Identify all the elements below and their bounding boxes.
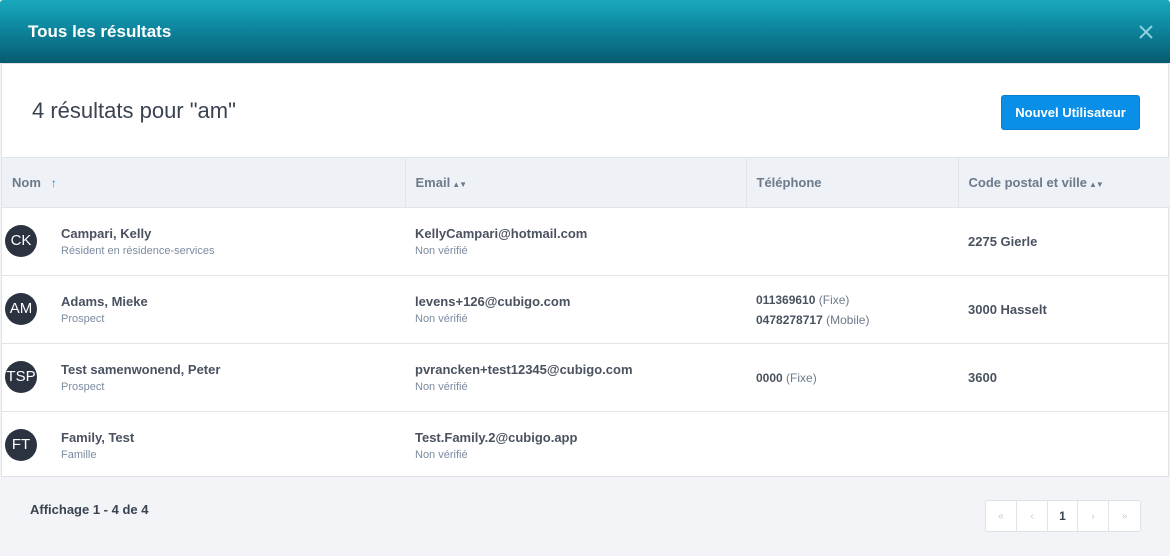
postal-value: 3000 Hasselt — [968, 301, 1047, 317]
postal-cell: 3000 Hasselt — [958, 275, 1170, 344]
person-role: Prospect — [61, 381, 105, 393]
column-header-name[interactable]: Nom ↑ — [2, 157, 406, 208]
sort-icon: ▲▼ — [452, 180, 467, 189]
name-cell: FT Family, Test Famille — [2, 412, 405, 480]
postal-cell: 3600 — [958, 343, 1170, 412]
first-page-icon: « — [998, 510, 1004, 522]
email-status: Non vérifié — [415, 313, 468, 325]
phone-type: (Fixe) — [786, 370, 817, 385]
email-value: KellyCampari@hotmail.com — [415, 226, 588, 241]
name-cell: AM Adams, Mieke Prospect — [2, 275, 405, 344]
phone-cell: 0000 (Fixe) — [746, 343, 958, 412]
phone-line: 0478278717 (Mobile) — [756, 310, 958, 330]
table-row[interactable]: FT Family, Test Famille Test.Family.2@cu… — [2, 412, 1170, 480]
close-icon — [1139, 25, 1153, 39]
phone-number: 011369610 — [756, 292, 816, 307]
next-page-button[interactable]: › — [1078, 501, 1109, 531]
email-value: levens+126@cubigo.com — [415, 294, 571, 309]
page-button-current[interactable]: 1 — [1048, 501, 1078, 531]
avatar: FT — [5, 429, 37, 461]
column-header-email[interactable]: Email ▲▼ — [405, 157, 747, 208]
prev-page-icon: ‹ — [1030, 510, 1034, 522]
phone-cell: 011369610 (Fixe) 0478278717 (Mobile) — [746, 275, 958, 344]
modal-title: Tous les résultats — [28, 22, 172, 41]
table-row[interactable]: TSP Test samenwonend, Peter Prospect pvr… — [2, 343, 1170, 412]
postal-value: 2275 Gierle — [968, 233, 1038, 249]
pagination-info: Affichage 1 - 4 de 4 — [30, 502, 149, 517]
first-page-button[interactable]: « — [986, 501, 1017, 531]
person-role: Famille — [61, 449, 97, 461]
email-value: pvrancken+test12345@cubigo.com — [415, 362, 633, 377]
search-results-modal: Tous les résultats 4 résultats pour "am"… — [0, 0, 1170, 556]
email-cell: Test.Family.2@cubigo.app Non vérifié — [405, 412, 746, 480]
next-page-icon: › — [1091, 510, 1095, 522]
phone-type: (Mobile) — [826, 312, 870, 327]
email-cell: levens+126@cubigo.com Non vérifié — [405, 275, 746, 344]
avatar: TSP — [5, 361, 37, 393]
person-name[interactable]: Campari, Kelly — [61, 226, 214, 241]
last-page-button[interactable]: » — [1109, 501, 1140, 531]
email-status: Non vérifié — [415, 381, 468, 393]
person-role: Prospect — [61, 313, 105, 325]
phone-type: (Fixe) — [818, 292, 850, 307]
postal-cell — [958, 412, 1170, 480]
phone-cell — [746, 207, 958, 276]
results-title: 4 résultats pour "am" — [32, 98, 236, 123]
last-page-icon: » — [1121, 510, 1128, 522]
pagination: « ‹ 1 › » — [985, 500, 1141, 532]
name-cell: CK Campari, Kelly Résident en résidence-… — [2, 207, 405, 276]
phone-line: 0000 (Fixe) — [756, 368, 958, 388]
close-button[interactable] — [1132, 18, 1160, 46]
person-role: Résident en résidence-services — [61, 245, 215, 257]
prev-page-button[interactable]: ‹ — [1017, 501, 1048, 531]
email-cell: pvrancken+test12345@cubigo.com Non vérif… — [405, 343, 746, 412]
avatar: AM — [5, 293, 37, 325]
results-panel: 4 résultats pour "am" Nouvel Utilisateur… — [1, 63, 1170, 480]
person-name[interactable]: Test samenwonend, Peter — [61, 362, 220, 377]
column-header-postal[interactable]: Code postal et ville ▲▼ — [958, 157, 1170, 208]
table-row[interactable]: AM Adams, Mieke Prospect levens+126@cubi… — [2, 275, 1170, 344]
email-cell: KellyCampari@hotmail.com Non vérifié — [405, 207, 746, 276]
name-cell: TSP Test samenwonend, Peter Prospect — [2, 343, 405, 412]
results-table: Nom ↑ Email ▲▼ Téléphone Code postal et vi… — [2, 157, 1170, 480]
email-status: Non vérifié — [415, 245, 468, 257]
person-name[interactable]: Family, Test — [61, 430, 134, 445]
modal-header: Tous les résultats — [0, 0, 1170, 63]
table-row[interactable]: CK Campari, Kelly Résident en résidence-… — [2, 207, 1170, 276]
phone-line: 011369610 (Fixe) — [756, 290, 958, 310]
phone-number: 0478278717 — [756, 312, 823, 327]
postal-cell: 2275 Gierle — [958, 207, 1170, 276]
column-header-phone: Téléphone — [746, 157, 959, 208]
postal-value: 3600 — [968, 369, 997, 385]
new-user-button[interactable]: Nouvel Utilisateur — [1001, 95, 1140, 130]
avatar: CK — [5, 225, 37, 257]
phone-cell — [746, 412, 958, 480]
sort-icon: ▲▼ — [1088, 180, 1104, 189]
sort-ascending-icon: ↑ — [50, 176, 57, 190]
email-status: Non vérifié — [415, 449, 468, 462]
table-header-row: Nom ↑ Email ▲▼ Téléphone Code postal et vi… — [2, 157, 1170, 208]
email-value: Test.Family.2@cubigo.app — [415, 430, 578, 446]
person-name[interactable]: Adams, Mieke — [61, 294, 148, 309]
phone-number: 0000 — [756, 370, 783, 385]
